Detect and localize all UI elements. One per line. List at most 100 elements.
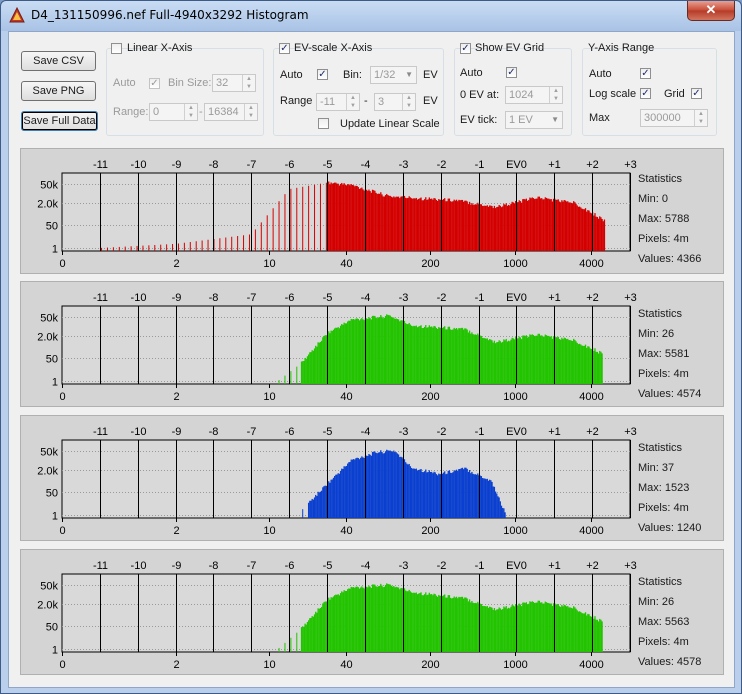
y-auto-checkbox[interactable]: ✓ xyxy=(640,68,651,79)
range-max-spinner[interactable]: ▲ ▼ xyxy=(244,104,257,120)
x-tick-label: 2 xyxy=(173,258,179,270)
ev-tick-label: -5 xyxy=(323,560,333,572)
ev-tick-label: -10 xyxy=(131,292,147,304)
ev-bin-value: 1/32 xyxy=(374,69,396,81)
ev-range-max-spinner[interactable]: ▲ ▼ xyxy=(402,94,415,110)
linear-x-axis-checkbox[interactable] xyxy=(111,43,122,54)
x-tick-label: 0 xyxy=(59,391,65,403)
y-tick-label: 1 xyxy=(52,511,58,523)
ev-bin-select[interactable]: 1/32 ▼ xyxy=(370,66,417,84)
close-button[interactable]: ✕ xyxy=(687,1,735,21)
range-min-spinner[interactable]: ▲ ▼ xyxy=(184,104,197,120)
ev-tick-label: -7 xyxy=(247,292,257,304)
zero-ev-input[interactable]: 1024 ▲ ▼ xyxy=(505,86,563,104)
x-tick-label: 40 xyxy=(340,258,352,270)
title-bar[interactable]: D4_131150996.nef Full-4940x3292 Histogra… xyxy=(1,1,741,29)
save-png-button[interactable]: Save PNG xyxy=(21,81,96,101)
save-full-data-button[interactable]: Save Full Data xyxy=(21,111,98,131)
x-tick-label: 40 xyxy=(340,659,352,671)
stats-min: Min: 0 xyxy=(638,193,668,205)
ev-tick-label: -8 xyxy=(209,159,219,171)
ev-tick-label: -10 xyxy=(131,159,147,171)
ev-tick-label: -7 xyxy=(247,426,257,438)
ev-tick-label: EV0 xyxy=(506,560,527,572)
x-tick-label: 1000 xyxy=(503,659,527,671)
stats-max: Max: 1523 xyxy=(638,482,690,494)
range-max-input[interactable]: 16384 ▲ ▼ xyxy=(204,103,258,121)
ev-tick-label: -1 xyxy=(475,159,485,171)
ev-tick-label: -8 xyxy=(209,560,219,572)
show-ev-grid-checkbox[interactable]: ✓ xyxy=(460,43,471,54)
ev-x-axis-checkbox[interactable]: ✓ xyxy=(279,43,290,54)
linear-auto-checkbox[interactable]: ✓ xyxy=(149,78,160,89)
range-min-input[interactable]: 0 ▲ ▼ xyxy=(149,103,198,121)
log-scale-checkbox[interactable]: ✓ xyxy=(640,88,651,99)
ev-range-max-input[interactable]: 3 ▲ ▼ xyxy=(374,93,416,111)
x-tick-label: 10 xyxy=(263,659,275,671)
y-tick-label: 50k xyxy=(40,313,58,325)
ev-tick-label: -1 xyxy=(475,292,485,304)
linear-x-axis-label: Linear X-Axis xyxy=(127,42,193,54)
zero-ev-label: 0 EV at: xyxy=(460,89,500,101)
ev-tick-label: -8 xyxy=(209,426,219,438)
linear-x-axis-group xyxy=(106,48,264,136)
ev-tick-select[interactable]: 1 EV ▼ xyxy=(505,111,563,129)
x-tick-label: 2 xyxy=(173,525,179,537)
y-max-input[interactable]: 300000 ▲ ▼ xyxy=(640,109,708,127)
y-tick-label: 50k xyxy=(40,180,58,192)
y-max-label: Max xyxy=(589,112,610,124)
x-tick-label: 0 xyxy=(59,525,65,537)
zero-ev-spinner[interactable]: ▲ ▼ xyxy=(549,87,562,103)
ev-tick-label: +3 xyxy=(624,292,637,304)
bin-size-input[interactable]: 32 ▲ ▼ xyxy=(212,74,256,92)
y-tick-label: 50 xyxy=(46,488,58,500)
stats-green: Statistics Min: 26 Max: 5581 Pixels: 4m … xyxy=(638,304,701,404)
ev-tick-label: -9 xyxy=(172,560,182,572)
ev-tick-label: -2 xyxy=(437,426,447,438)
ev-tick-value: 1 EV xyxy=(509,114,533,126)
ev-tick-label: -6 xyxy=(285,292,295,304)
ev-tick-label: +1 xyxy=(548,426,561,438)
y-tick-label: 2.0k xyxy=(37,332,58,344)
stats-pixels: Pixels: 4m xyxy=(638,233,689,245)
ev-tick-label: -2 xyxy=(437,159,447,171)
y-max-spinner[interactable]: ▲ ▼ xyxy=(694,110,707,126)
ev-range-min-input[interactable]: -11 ▲ ▼ xyxy=(316,93,360,111)
ev-tick-label: +3 xyxy=(624,426,637,438)
stats-max: Max: 5788 xyxy=(638,213,690,225)
y-tick-label: 50 xyxy=(46,622,58,634)
x-tick-label: 40 xyxy=(340,525,352,537)
ev-auto-checkbox[interactable]: ✓ xyxy=(317,69,328,80)
grid-auto-checkbox[interactable]: ✓ xyxy=(506,67,517,78)
x-tick-label: 4000 xyxy=(579,258,603,270)
ev-tick-label: -9 xyxy=(172,292,182,304)
bin-size-value: 32 xyxy=(216,77,229,89)
save-csv-button[interactable]: Save CSV xyxy=(21,51,96,71)
ev-bin-unit: EV xyxy=(423,69,438,81)
stats-values: Values: 4578 xyxy=(638,656,702,668)
ev-tick-label: -1 xyxy=(475,426,485,438)
linear-auto-label: Auto xyxy=(113,77,136,89)
zero-ev-value: 1024 xyxy=(509,89,534,101)
y-grid-checkbox[interactable]: ✓ xyxy=(691,88,702,99)
histogram-panel-luminance: 50k 2.0k 50 1 -11 -10 -9 -8 -7 -6 -5 -4 -3 -2 -1 EV0 +1 +… xyxy=(20,549,724,675)
ev-tick-label: -11 xyxy=(93,560,108,572)
ev-tick-label: +2 xyxy=(586,159,599,171)
ev-tick-label: -6 xyxy=(285,426,295,438)
bin-size-spinner[interactable]: ▲ ▼ xyxy=(242,75,255,91)
x-tick-label: 1000 xyxy=(503,258,527,270)
ev-tick-label: -10 xyxy=(131,426,147,438)
ev-range-min-spinner[interactable]: ▲ ▼ xyxy=(346,94,359,110)
update-linear-checkbox[interactable] xyxy=(318,118,329,129)
histogram-chart-green: 50k 2.0k 50 1 -11 -10 -9 -8 -7 -6 -5 -4 -3 -2 -1 EV0 +1 +… xyxy=(37,292,637,403)
stats-values: Values: 4574 xyxy=(638,388,702,400)
y-tick-label: 50k xyxy=(40,447,58,459)
ev-tick-label: -7 xyxy=(247,560,257,572)
x-tick-label: 10 xyxy=(263,525,275,537)
ev-tick-label: +3 xyxy=(624,159,637,171)
y-tick-label: 2.0k xyxy=(37,466,58,478)
show-ev-grid-label: Show EV Grid xyxy=(475,42,545,54)
stats-pixels: Pixels: 4m xyxy=(638,368,689,380)
stats-max: Max: 5563 xyxy=(638,616,690,628)
stats-min: Min: 26 xyxy=(638,596,675,608)
